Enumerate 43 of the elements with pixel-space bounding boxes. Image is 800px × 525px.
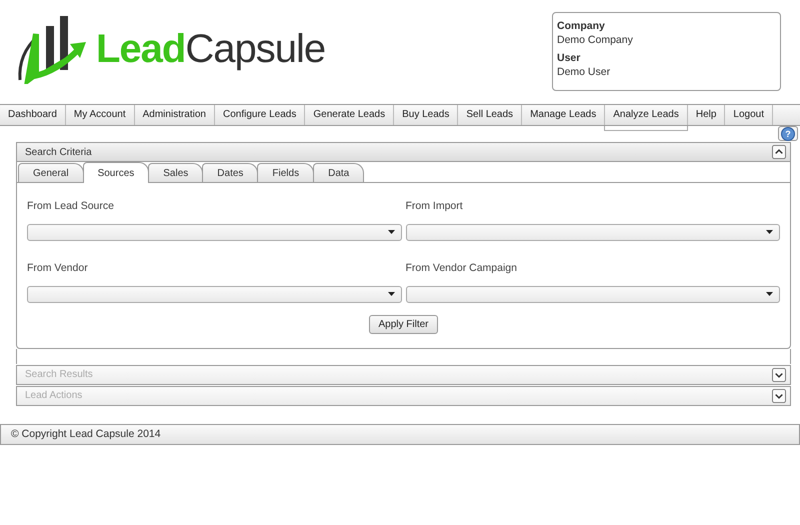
menu-item[interactable]: My Account [66, 105, 135, 125]
menu-item[interactable]: Sell Leads [458, 105, 522, 125]
tab[interactable]: Fields [257, 163, 314, 182]
account-label: User [557, 52, 582, 66]
dropdown-field[interactable] [27, 286, 402, 302]
menu-item[interactable]: Logout [725, 105, 774, 125]
caret-icon [388, 230, 394, 234]
menu-item[interactable]: Buy Leads [394, 105, 458, 125]
tab[interactable]: General [18, 163, 84, 182]
panel-title: Search Results [25, 368, 93, 382]
caret-icon [388, 292, 394, 296]
field-label: From Import [406, 199, 464, 214]
field-label: From Vendor [27, 260, 89, 276]
caret-icon [766, 292, 773, 296]
dropdown-field[interactable] [27, 224, 402, 241]
menu-item[interactable]: Analyze Leads [605, 105, 688, 125]
tab[interactable]: Data [313, 163, 364, 182]
dropdown-field[interactable] [406, 286, 780, 302]
field-label: From Vendor Campaign [406, 260, 518, 276]
tab[interactable]: Sources [82, 162, 150, 183]
menu-item[interactable]: Help [688, 105, 726, 125]
account-value: Demo User [557, 66, 612, 80]
caret-icon [766, 230, 773, 234]
panel-title: Lead Actions [25, 389, 82, 403]
tab[interactable]: Dates [202, 163, 258, 182]
menu-item[interactable]: Generate Leads [305, 105, 394, 125]
logo-text: LeadCapsule [96, 29, 326, 69]
menu-item[interactable]: Configure Leads [214, 105, 306, 125]
account-label: Company [557, 20, 606, 34]
menu-item[interactable]: Administration [134, 105, 215, 125]
menu-item[interactable]: Dashboard [0, 105, 66, 125]
field-label: From Lead Source [27, 199, 115, 214]
panel-title: Search Criteria [25, 146, 92, 160]
expand-icon[interactable] [772, 388, 786, 402]
collapse-icon[interactable] [772, 145, 786, 159]
account-value: Demo Company [557, 34, 634, 48]
panel-header[interactable]: Search Criteria [16, 142, 791, 162]
footer-bar: © Copyright Lead Capsule 2014 [0, 424, 800, 444]
dropdown-field[interactable] [406, 224, 780, 241]
tab[interactable]: Sales [148, 163, 204, 182]
menu-item[interactable]: Manage Leads [522, 105, 606, 125]
apply-filter-button[interactable]: Apply Filter [369, 314, 438, 334]
expand-icon[interactable] [772, 368, 786, 382]
